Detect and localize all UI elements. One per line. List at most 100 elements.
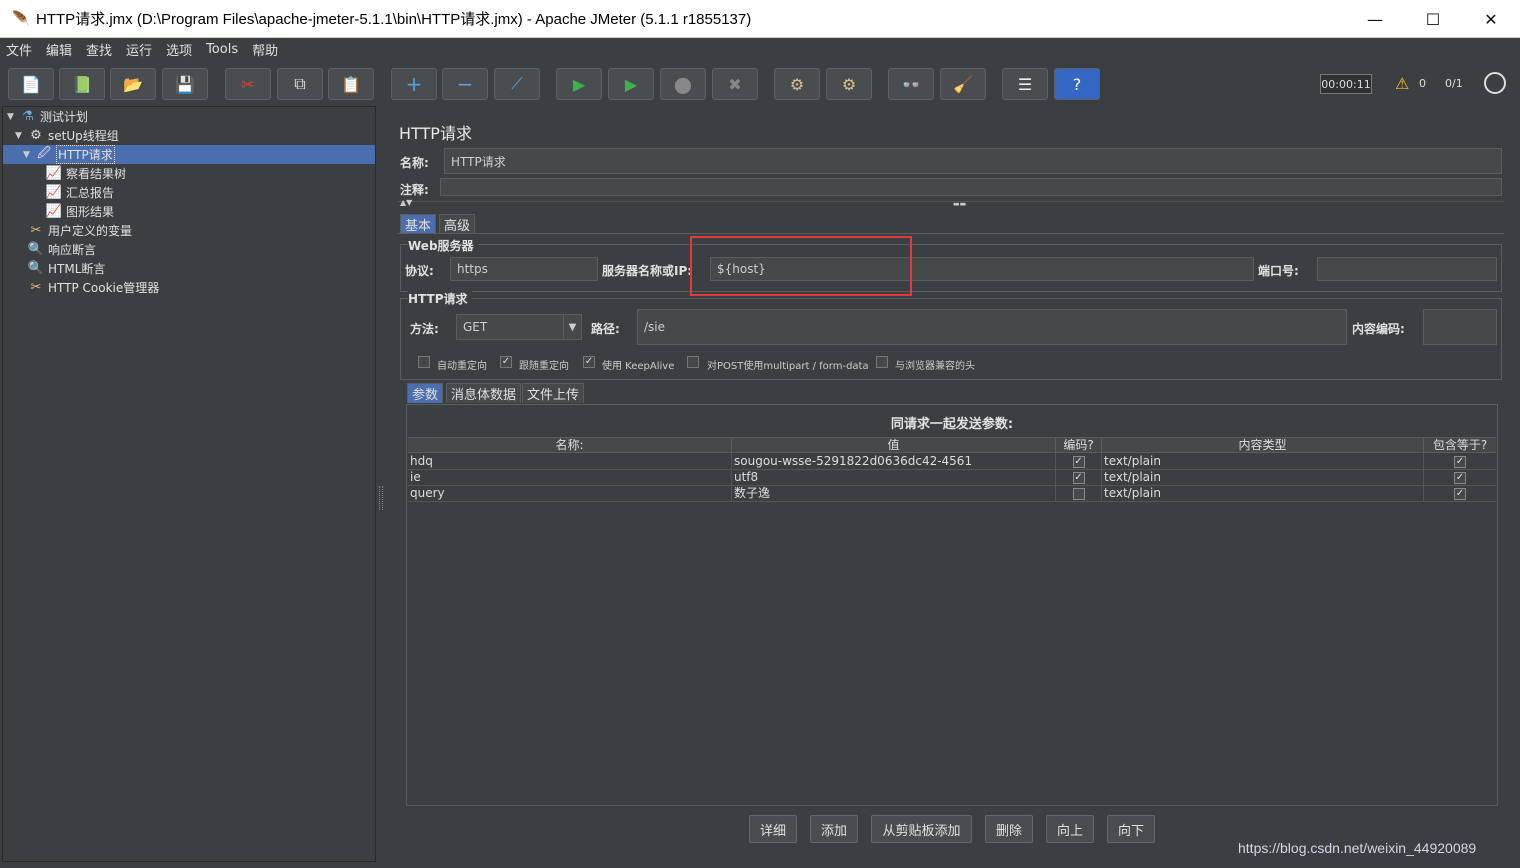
name-field[interactable]: HTTP请求: [444, 148, 1502, 174]
remote-globe-icon[interactable]: [1484, 72, 1506, 94]
tab-body-data[interactable]: 消息体数据: [446, 383, 522, 403]
function-helper-icon[interactable]: ☰: [1002, 68, 1048, 100]
cut-icon[interactable]: ✂: [225, 68, 271, 100]
chevron-down-icon[interactable]: ▼: [563, 315, 581, 339]
paste-icon[interactable]: 📋: [328, 68, 374, 100]
encode-checkbox[interactable]: [1072, 488, 1085, 500]
menu-edit[interactable]: 编辑: [46, 40, 72, 59]
param-name[interactable]: ie: [408, 470, 732, 486]
start-icon[interactable]: ▶: [556, 68, 602, 100]
comment-field[interactable]: [440, 178, 1502, 196]
column-header-value[interactable]: 值: [732, 438, 1056, 454]
minimize-button[interactable]: —: [1346, 0, 1404, 38]
auto-redirect-checkbox[interactable]: [418, 356, 430, 368]
toggle-icon[interactable]: ⟋: [494, 68, 540, 100]
delete-button[interactable]: 删除: [985, 815, 1033, 843]
stop-icon[interactable]: ⬤: [660, 68, 706, 100]
method-select[interactable]: GET ▼: [456, 314, 582, 340]
shutdown-icon[interactable]: ✖: [712, 68, 758, 100]
clear-icon[interactable]: ⚙: [774, 68, 820, 100]
content-type-cell[interactable]: text/plain: [1102, 470, 1424, 486]
table-row[interactable]: ie utf8 ✓ text/plain ✓: [408, 470, 1496, 486]
tree-item-summary-report[interactable]: 📈 汇总报告: [45, 183, 114, 202]
param-value[interactable]: 数子逸: [732, 486, 1056, 502]
save-icon[interactable]: 💾: [162, 68, 208, 100]
move-up-button[interactable]: 向上: [1046, 815, 1094, 843]
tree-item-view-results-tree[interactable]: 📈 察看结果树: [45, 164, 126, 183]
warning-icon[interactable]: ⚠: [1395, 74, 1409, 93]
table-row[interactable]: hdq sougou-wsse-5291822d0636dc42-4561 ✓ …: [408, 454, 1496, 470]
tree-item-graph-results[interactable]: 📈 图形结果: [45, 202, 114, 221]
auto-redirect-label: 自动重定向: [437, 361, 487, 372]
content-type-cell[interactable]: text/plain: [1102, 486, 1424, 502]
path-field[interactable]: /sie: [637, 309, 1347, 345]
tree-item-user-defined-variables[interactable]: ✂ 用户定义的变量: [27, 221, 132, 240]
tree-item-label: 图形结果: [66, 205, 115, 219]
tree-item-response-assertion[interactable]: 🔍 响应断言: [27, 240, 96, 259]
reset-search-icon[interactable]: 🧹: [940, 68, 986, 100]
menu-run[interactable]: 运行: [126, 40, 152, 59]
splitter-grip-icon[interactable]: [379, 486, 383, 510]
column-header-content-type[interactable]: 内容类型: [1102, 438, 1424, 454]
browser-headers-checkbox[interactable]: [876, 356, 888, 368]
expand-toggle-icon[interactable]: ▼: [15, 131, 27, 141]
port-field[interactable]: [1317, 257, 1497, 281]
keepalive-checkbox[interactable]: ✓: [583, 356, 595, 368]
port-label: 端口号:: [1258, 264, 1299, 278]
collapse-arrows-icon[interactable]: ▲▼: [400, 198, 412, 207]
add-button[interactable]: 添加: [810, 815, 858, 843]
column-header-include-equals[interactable]: 包含等于?: [1424, 438, 1496, 454]
menu-tools[interactable]: Tools: [206, 42, 238, 57]
column-header-name[interactable]: 名称:: [408, 438, 732, 454]
encode-checkbox[interactable]: ✓: [1072, 472, 1085, 484]
tree-item-test-plan[interactable]: ▼ ⚗ 测试计划: [7, 107, 88, 126]
expand-icon[interactable]: +: [391, 68, 437, 100]
close-button[interactable]: ✕: [1462, 0, 1520, 38]
content-encoding-field[interactable]: [1423, 309, 1497, 345]
menu-help[interactable]: 帮助: [252, 40, 278, 59]
help-icon[interactable]: ?: [1054, 68, 1100, 100]
tree-item-setup-thread-group[interactable]: ▼ ⚙ setUp线程组: [15, 126, 119, 145]
include-equals-checkbox[interactable]: ✓: [1454, 472, 1466, 484]
menu-options[interactable]: 选项: [166, 40, 192, 59]
collapse-icon[interactable]: −: [442, 68, 488, 100]
tree-item-http-cookie-manager[interactable]: ✂ HTTP Cookie管理器: [27, 278, 160, 297]
param-name[interactable]: hdq: [408, 454, 732, 470]
divider-grip-icon[interactable]: ▬▬: [953, 200, 966, 208]
detail-button[interactable]: 详细: [749, 815, 797, 843]
new-icon[interactable]: 📄: [8, 68, 54, 100]
clear-all-icon[interactable]: ⚙: [826, 68, 872, 100]
tree-item-http-request[interactable]: ▼ 🖉 HTTP请求: [23, 145, 115, 164]
tree-item-html-assertion[interactable]: 🔍 HTML断言: [27, 259, 106, 278]
include-equals-checkbox[interactable]: ✓: [1454, 456, 1466, 468]
tab-files-upload[interactable]: 文件上传: [522, 383, 585, 403]
tab-basic[interactable]: 基本: [400, 214, 437, 234]
follow-redirect-checkbox[interactable]: ✓: [500, 356, 512, 368]
tab-parameters[interactable]: 参数: [407, 383, 444, 403]
protocol-field[interactable]: https: [450, 257, 598, 281]
copy-icon[interactable]: ⧉: [277, 68, 323, 100]
include-equals-checkbox[interactable]: ✓: [1454, 488, 1466, 500]
param-value[interactable]: sougou-wsse-5291822d0636dc42-4561: [732, 454, 1056, 470]
menu-file[interactable]: 文件: [6, 40, 32, 59]
param-value[interactable]: utf8: [732, 470, 1056, 486]
tab-advanced[interactable]: 高级: [439, 214, 476, 234]
multipart-checkbox[interactable]: [687, 356, 699, 368]
param-name[interactable]: query: [408, 486, 732, 502]
split-pane-divider[interactable]: [376, 106, 386, 862]
encode-checkbox[interactable]: ✓: [1072, 456, 1085, 468]
open-icon[interactable]: 📂: [110, 68, 156, 100]
move-down-button[interactable]: 向下: [1107, 815, 1155, 843]
expand-toggle-icon[interactable]: ▼: [23, 150, 35, 160]
table-row[interactable]: query 数子逸 text/plain ✓: [408, 486, 1496, 502]
search-icon[interactable]: 👓: [888, 68, 934, 100]
expand-toggle-icon[interactable]: ▼: [7, 112, 19, 122]
column-header-encode[interactable]: 编码?: [1056, 438, 1102, 454]
add-from-clipboard-button[interactable]: 从剪贴板添加: [871, 815, 972, 843]
start-no-pause-icon[interactable]: ▶: [608, 68, 654, 100]
templates-icon[interactable]: 📗: [59, 68, 105, 100]
content-type-cell[interactable]: text/plain: [1102, 454, 1424, 470]
maximize-button[interactable]: ☐: [1404, 0, 1462, 38]
method-label: 方法:: [410, 322, 439, 336]
menu-search[interactable]: 查找: [86, 40, 112, 59]
